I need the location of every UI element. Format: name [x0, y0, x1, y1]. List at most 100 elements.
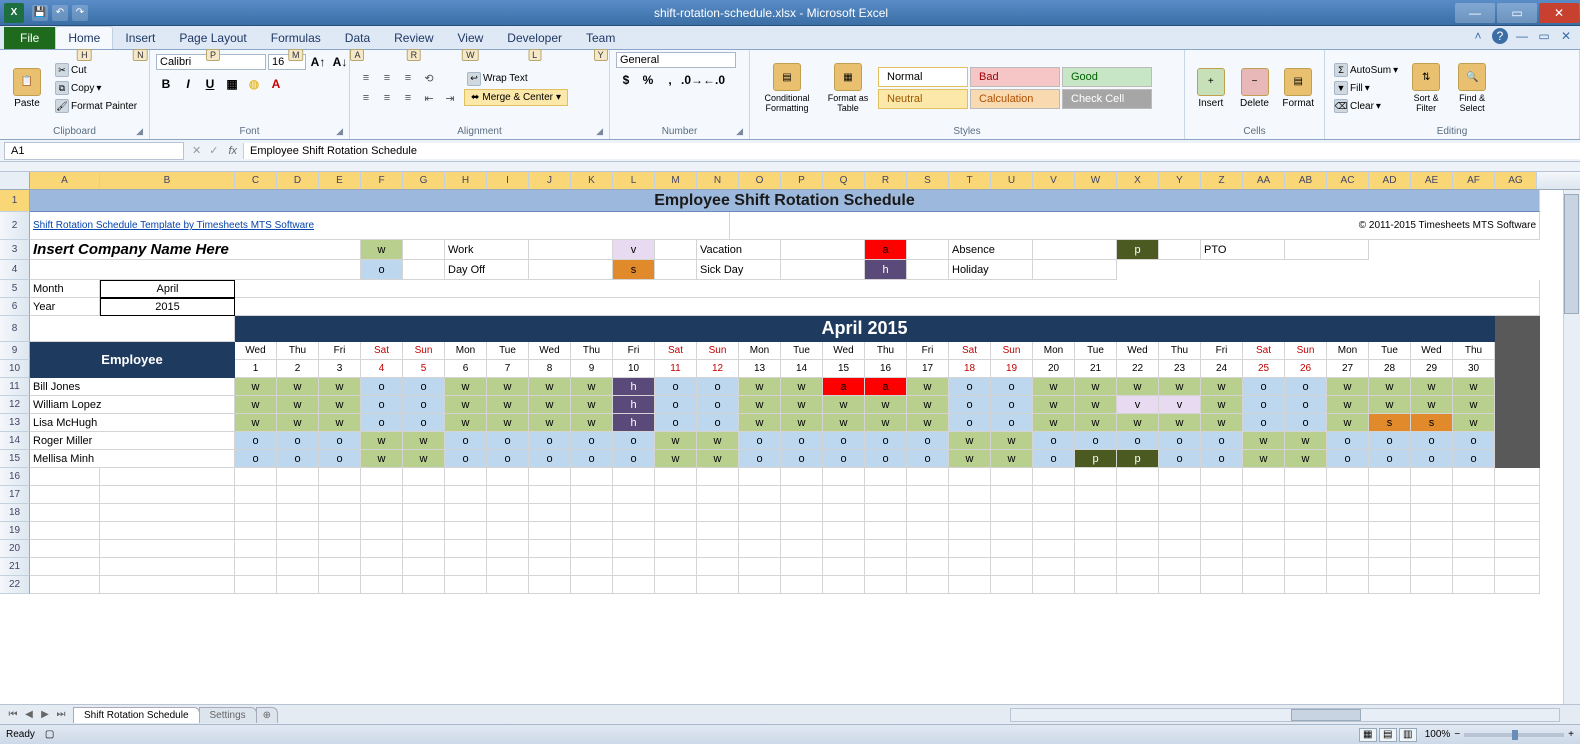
- cell[interactable]: [529, 576, 571, 594]
- align-middle-icon[interactable]: ≡: [377, 69, 397, 87]
- legend-code-v[interactable]: v: [613, 240, 655, 260]
- shift-cell[interactable]: w: [487, 378, 529, 396]
- cell[interactable]: [1159, 576, 1201, 594]
- row-header[interactable]: 11: [0, 378, 30, 396]
- cell[interactable]: [277, 504, 319, 522]
- day-number[interactable]: 13: [739, 360, 781, 378]
- shift-cell[interactable]: w: [1453, 414, 1495, 432]
- shift-cell[interactable]: w: [235, 378, 277, 396]
- shift-cell[interactable]: w: [739, 414, 781, 432]
- shift-cell[interactable]: o: [1285, 396, 1327, 414]
- end-column[interactable]: [1495, 396, 1540, 414]
- cell[interactable]: [1411, 468, 1453, 486]
- day-of-week[interactable]: Thu: [571, 342, 613, 360]
- sheet-nav-first-icon[interactable]: ⏮: [6, 709, 20, 720]
- formula-bar-expand[interactable]: [0, 162, 1580, 172]
- day-number[interactable]: 20: [1033, 360, 1075, 378]
- col-header-L[interactable]: L: [613, 172, 655, 189]
- sheet-nav-next-icon[interactable]: ▶: [38, 709, 52, 720]
- cell[interactable]: [1033, 522, 1075, 540]
- shift-cell[interactable]: w: [1369, 396, 1411, 414]
- employee-name[interactable]: William Lopez: [30, 396, 235, 414]
- day-of-week[interactable]: Wed: [1117, 342, 1159, 360]
- cell[interactable]: [1159, 240, 1201, 260]
- day-number[interactable]: 4: [361, 360, 403, 378]
- shift-cell[interactable]: o: [655, 396, 697, 414]
- shift-cell[interactable]: o: [1075, 432, 1117, 450]
- cell[interactable]: [823, 540, 865, 558]
- day-of-week[interactable]: Sun: [991, 342, 1033, 360]
- cell[interactable]: [781, 468, 823, 486]
- cell[interactable]: [781, 486, 823, 504]
- cell[interactable]: [1453, 504, 1495, 522]
- cell[interactable]: [781, 522, 823, 540]
- shift-cell[interactable]: o: [949, 396, 991, 414]
- day-number[interactable]: 16: [865, 360, 907, 378]
- cell[interactable]: [613, 486, 655, 504]
- minimize-button[interactable]: —: [1455, 3, 1495, 23]
- cell[interactable]: [907, 576, 949, 594]
- cell[interactable]: [781, 240, 865, 260]
- shift-cell[interactable]: o: [361, 396, 403, 414]
- cell[interactable]: [361, 558, 403, 576]
- shift-cell[interactable]: w: [907, 396, 949, 414]
- zoom-slider[interactable]: [1464, 733, 1564, 737]
- year-label[interactable]: Year: [30, 298, 100, 316]
- cell[interactable]: [1075, 468, 1117, 486]
- day-number[interactable]: 12: [697, 360, 739, 378]
- end-column[interactable]: [1495, 378, 1540, 396]
- cell[interactable]: [361, 576, 403, 594]
- cell[interactable]: [1369, 558, 1411, 576]
- shift-cell[interactable]: o: [1201, 432, 1243, 450]
- cell[interactable]: [235, 468, 277, 486]
- cell[interactable]: [781, 504, 823, 522]
- cell[interactable]: [655, 558, 697, 576]
- cell[interactable]: [823, 558, 865, 576]
- view-page-break-icon[interactable]: ▥: [1399, 728, 1417, 742]
- cell[interactable]: [1285, 486, 1327, 504]
- cell[interactable]: [30, 486, 100, 504]
- cell[interactable]: [613, 540, 655, 558]
- style-calculation[interactable]: Calculation: [970, 89, 1060, 109]
- shift-cell[interactable]: w: [1075, 396, 1117, 414]
- cell[interactable]: [865, 504, 907, 522]
- day-of-week[interactable]: Wed: [1411, 342, 1453, 360]
- cell[interactable]: [739, 576, 781, 594]
- cell[interactable]: [1285, 558, 1327, 576]
- row-header[interactable]: 21: [0, 558, 30, 576]
- cell[interactable]: [907, 504, 949, 522]
- col-header-AA[interactable]: AA: [1243, 172, 1285, 189]
- day-of-week[interactable]: Sun: [403, 342, 445, 360]
- col-header-E[interactable]: E: [319, 172, 361, 189]
- col-header-O[interactable]: O: [739, 172, 781, 189]
- shift-cell[interactable]: s: [1411, 414, 1453, 432]
- shift-cell[interactable]: w: [235, 396, 277, 414]
- cell[interactable]: [319, 576, 361, 594]
- find-select-button[interactable]: 🔍Find & Select: [1451, 61, 1493, 115]
- month-value[interactable]: April: [100, 280, 235, 298]
- insert-cells-button[interactable]: +Insert: [1191, 66, 1231, 111]
- shift-cell[interactable]: w: [487, 414, 529, 432]
- cell[interactable]: [30, 260, 361, 280]
- shift-cell[interactable]: o: [613, 432, 655, 450]
- shift-cell[interactable]: o: [487, 432, 529, 450]
- shift-cell[interactable]: o: [277, 432, 319, 450]
- row-header[interactable]: 22: [0, 576, 30, 594]
- format-as-table-button[interactable]: ▦Format as Table: [822, 61, 874, 115]
- cell[interactable]: [1369, 522, 1411, 540]
- cell[interactable]: [1369, 468, 1411, 486]
- shift-cell[interactable]: o: [991, 378, 1033, 396]
- shift-cell[interactable]: o: [1033, 450, 1075, 468]
- end-column[interactable]: [1495, 360, 1540, 378]
- shift-cell[interactable]: v: [1159, 396, 1201, 414]
- cell[interactable]: [1285, 468, 1327, 486]
- day-number[interactable]: 28: [1369, 360, 1411, 378]
- cell[interactable]: [30, 316, 235, 342]
- row-header[interactable]: 1: [0, 190, 30, 212]
- cell[interactable]: [445, 558, 487, 576]
- shift-cell[interactable]: h: [613, 414, 655, 432]
- cell[interactable]: [781, 576, 823, 594]
- cell[interactable]: [907, 240, 949, 260]
- cell[interactable]: [1495, 576, 1540, 594]
- cell[interactable]: [487, 558, 529, 576]
